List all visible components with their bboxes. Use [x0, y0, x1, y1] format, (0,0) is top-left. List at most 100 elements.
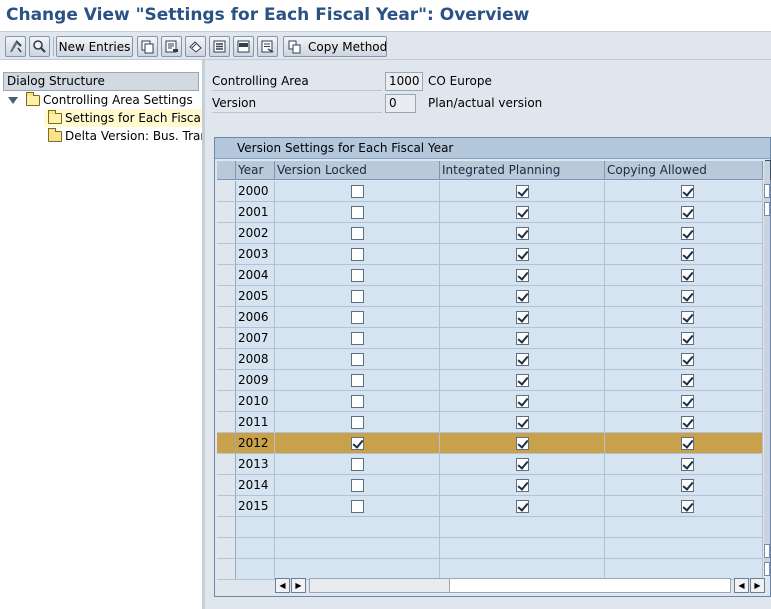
table-row[interactable]: 2008 — [217, 349, 763, 370]
scroll-right-button[interactable]: ▶ — [291, 578, 306, 593]
row-selector[interactable] — [217, 391, 236, 412]
table-row[interactable]: 2012 — [217, 433, 763, 454]
row-selector[interactable] — [217, 433, 236, 454]
copying-checkbox[interactable] — [681, 185, 694, 198]
integrated-checkbox[interactable] — [516, 416, 529, 429]
scroll-thumb[interactable] — [310, 579, 450, 592]
table-row-empty[interactable] — [217, 517, 763, 538]
integrated-checkbox[interactable] — [516, 206, 529, 219]
table-row[interactable]: 2007 — [217, 328, 763, 349]
other-view-icon[interactable] — [5, 36, 26, 57]
table-row[interactable]: 2004 — [217, 265, 763, 286]
locked-checkbox[interactable] — [351, 185, 364, 198]
locked-checkbox[interactable] — [351, 374, 364, 387]
row-selector[interactable] — [217, 538, 236, 559]
table-row[interactable]: 2010 — [217, 391, 763, 412]
table-row[interactable]: 2006 — [217, 307, 763, 328]
copying-checkbox[interactable] — [681, 416, 694, 429]
expand-triangle-icon[interactable] — [8, 96, 18, 104]
scroll-page-down-button[interactable] — [764, 544, 770, 558]
locked-checkbox[interactable] — [351, 416, 364, 429]
integrated-checkbox[interactable] — [516, 458, 529, 471]
scroll-left-button-2[interactable]: ◀ — [734, 578, 749, 593]
locked-checkbox[interactable] — [351, 395, 364, 408]
table-row[interactable]: 2001 — [217, 202, 763, 223]
copying-checkbox[interactable] — [681, 290, 694, 303]
table-row[interactable]: 2009 — [217, 370, 763, 391]
locked-checkbox[interactable] — [351, 332, 364, 345]
integrated-checkbox[interactable] — [516, 227, 529, 240]
row-selector[interactable] — [217, 496, 236, 517]
copy-method-button[interactable]: Copy Method — [283, 36, 387, 57]
integrated-checkbox[interactable] — [516, 437, 529, 450]
integrated-checkbox[interactable] — [516, 479, 529, 492]
row-selector[interactable] — [217, 517, 236, 538]
controlling-area-field[interactable]: 1000 — [385, 72, 423, 91]
row-selector[interactable] — [217, 559, 236, 580]
tree-item-settings-fiscal-year[interactable]: Settings for Each Fiscal Year — [44, 109, 202, 127]
find-icon[interactable] — [29, 36, 50, 57]
table-row[interactable]: 2014 — [217, 475, 763, 496]
scroll-down-button[interactable] — [764, 562, 770, 576]
table-row-empty[interactable] — [217, 538, 763, 559]
scroll-up-button[interactable] — [764, 184, 770, 198]
copying-checkbox[interactable] — [681, 437, 694, 450]
row-selector[interactable] — [217, 286, 236, 307]
tree-item-controlling-area-settings[interactable]: Controlling Area Settings — [8, 91, 198, 109]
locked-checkbox[interactable] — [351, 206, 364, 219]
copying-checkbox[interactable] — [681, 248, 694, 261]
delete-icon[interactable] — [161, 36, 182, 57]
row-selector[interactable] — [217, 244, 236, 265]
row-selector[interactable] — [217, 202, 236, 223]
integrated-checkbox[interactable] — [516, 353, 529, 366]
row-selector[interactable] — [217, 349, 236, 370]
integrated-checkbox[interactable] — [516, 185, 529, 198]
row-selector[interactable] — [217, 370, 236, 391]
locked-checkbox[interactable] — [351, 227, 364, 240]
copying-checkbox[interactable] — [681, 374, 694, 387]
copying-checkbox[interactable] — [681, 458, 694, 471]
locked-checkbox[interactable] — [351, 290, 364, 303]
integrated-checkbox[interactable] — [516, 311, 529, 324]
table-row-empty[interactable] — [217, 559, 763, 580]
row-selector[interactable] — [217, 412, 236, 433]
integrated-checkbox[interactable] — [516, 332, 529, 345]
locked-checkbox[interactable] — [351, 311, 364, 324]
integrated-checkbox[interactable] — [516, 248, 529, 261]
new-entries-button[interactable]: New Entries — [56, 36, 133, 57]
select-all-rows-button[interactable] — [217, 161, 236, 180]
copying-checkbox[interactable] — [681, 395, 694, 408]
row-selector[interactable] — [217, 265, 236, 286]
locked-checkbox[interactable] — [351, 437, 364, 450]
copying-checkbox[interactable] — [681, 332, 694, 345]
locked-checkbox[interactable] — [351, 248, 364, 261]
integrated-checkbox[interactable] — [516, 290, 529, 303]
horizontal-scrollbar[interactable]: ◀ ▶ ◀ ▶ — [275, 578, 765, 593]
table-row[interactable]: 2003 — [217, 244, 763, 265]
copying-checkbox[interactable] — [681, 353, 694, 366]
row-selector[interactable] — [217, 475, 236, 496]
integrated-checkbox[interactable] — [516, 269, 529, 282]
row-selector[interactable] — [217, 223, 236, 244]
scroll-right-button-2[interactable]: ▶ — [750, 578, 765, 593]
integrated-checkbox[interactable] — [516, 395, 529, 408]
locked-checkbox[interactable] — [351, 458, 364, 471]
integrated-checkbox[interactable] — [516, 374, 529, 387]
table-row[interactable]: 2013 — [217, 454, 763, 475]
table-row[interactable]: 2005 — [217, 286, 763, 307]
row-selector[interactable] — [217, 454, 236, 475]
row-selector[interactable] — [217, 307, 236, 328]
copy-icon[interactable] — [137, 36, 158, 57]
column-header-copying-allowed[interactable]: Copying Allowed — [605, 161, 763, 180]
column-header-version-locked[interactable]: Version Locked — [275, 161, 440, 180]
vertical-scrollbar[interactable] — [764, 161, 770, 576]
deselect-icon[interactable] — [257, 36, 278, 57]
table-row[interactable]: 2015 — [217, 496, 763, 517]
copying-checkbox[interactable] — [681, 227, 694, 240]
table-row[interactable]: 2011 — [217, 412, 763, 433]
row-selector[interactable] — [217, 181, 236, 202]
locked-checkbox[interactable] — [351, 500, 364, 513]
copying-checkbox[interactable] — [681, 500, 694, 513]
select-all-icon[interactable] — [209, 36, 230, 57]
column-header-year[interactable]: Year — [236, 161, 275, 180]
